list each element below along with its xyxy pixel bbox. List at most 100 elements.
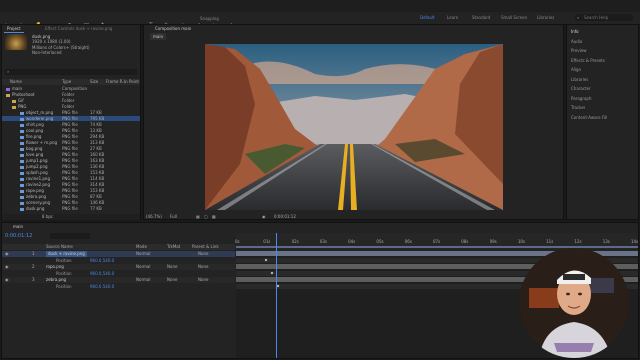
visibility-eye-icon[interactable]: ◉ bbox=[5, 277, 9, 283]
layer-mode-dropdown[interactable]: Normal bbox=[136, 277, 150, 283]
project-item-size: 294 KB bbox=[90, 134, 105, 139]
search-help-field[interactable]: ⌕ Search Help bbox=[575, 14, 633, 21]
timeline-property-row[interactable]: Position 960.0,540.0 bbox=[2, 270, 235, 277]
project-item[interactable]: zebra.png PNG file 87 KB bbox=[2, 194, 140, 199]
workspace-standard[interactable]: Standard bbox=[472, 15, 490, 20]
property-name[interactable]: Position bbox=[56, 271, 72, 277]
visibility-eye-icon[interactable]: ◉ bbox=[5, 264, 9, 270]
column-source-name[interactable]: Source Name bbox=[46, 244, 73, 249]
workspace-default[interactable]: Default bbox=[420, 15, 435, 20]
tab-project[interactable]: Project bbox=[4, 25, 24, 33]
panel-tracker[interactable]: Tracker bbox=[571, 105, 585, 110]
project-item[interactable]: object_m.png PNG file 17 KB bbox=[2, 110, 140, 115]
project-item[interactable]: shirt.png PNG file 74 KB bbox=[2, 122, 140, 127]
timeline-property-row[interactable]: Position 960.0,540.0 bbox=[2, 257, 235, 264]
workspace-learn[interactable]: Learn bbox=[447, 15, 458, 20]
panel-effects-presets[interactable]: Effects & Presets bbox=[571, 58, 605, 63]
camera-icon[interactable]: ◉ bbox=[262, 214, 266, 219]
column-parent[interactable]: Parent & Link bbox=[192, 244, 219, 249]
workspace-small-screen[interactable]: Small Screen bbox=[501, 15, 527, 20]
project-item[interactable]: bag.png PNG file 27 KB bbox=[2, 146, 140, 151]
panel-audio[interactable]: Audio bbox=[571, 39, 582, 44]
project-item[interactable]: dusk.png PNG file 77 KB bbox=[2, 206, 140, 211]
project-item[interactable]: fire.png PNG file 294 KB bbox=[2, 134, 140, 139]
layer-mode-dropdown[interactable]: Normal bbox=[136, 264, 150, 270]
layer-parent-dropdown[interactable]: None bbox=[198, 251, 208, 257]
property-value[interactable]: 960.0,540.0 bbox=[90, 271, 114, 277]
panel-character[interactable]: Character bbox=[571, 86, 591, 91]
layer-name[interactable]: zebra.png bbox=[46, 277, 66, 283]
viewer-timecode[interactable]: 0:00:01:12 bbox=[274, 214, 296, 219]
panel-info[interactable]: Info bbox=[571, 29, 579, 34]
panel-preview[interactable]: Preview bbox=[571, 48, 587, 53]
column-mode[interactable]: Mode bbox=[136, 244, 147, 249]
timeline-search-field[interactable] bbox=[50, 233, 90, 239]
png-file-icon bbox=[20, 111, 24, 115]
project-item[interactable]: ravine2.png PNG file 314 KB bbox=[2, 182, 140, 187]
png-file-icon bbox=[20, 207, 24, 211]
layer-trkmat-dropdown[interactable]: None bbox=[167, 264, 177, 270]
project-item[interactable]: PNG Folder bbox=[2, 104, 140, 109]
png-file-icon bbox=[20, 159, 24, 163]
project-item[interactable]: Gif Folder bbox=[2, 98, 140, 103]
layer-parent-dropdown[interactable]: None bbox=[198, 277, 208, 283]
resolution-dropdown[interactable]: Full bbox=[170, 214, 177, 219]
project-item[interactable]: jump1.png PNG file 163 KB bbox=[2, 158, 140, 163]
timeline-layer-row[interactable]: ◉ 3 zebra.png Normal None None bbox=[2, 277, 235, 283]
project-item[interactable]: jump2.png PNG file 136 KB bbox=[2, 164, 140, 169]
layer-trkmat-dropdown[interactable]: None bbox=[167, 277, 177, 283]
mask-toggle-icon[interactable]: ▢ bbox=[204, 214, 208, 219]
keyframe-icon[interactable] bbox=[270, 271, 274, 274]
panel-paragraph[interactable]: Paragraph bbox=[571, 96, 592, 101]
column-trkmat[interactable]: TrkMat bbox=[167, 244, 180, 249]
ruler-tick-label: 0s bbox=[235, 239, 240, 244]
project-item[interactable]: main Composition bbox=[2, 86, 140, 91]
column-size[interactable]: Size bbox=[90, 79, 98, 84]
composition-viewer[interactable] bbox=[205, 44, 503, 210]
property-name[interactable]: Position bbox=[56, 258, 72, 264]
workspace-libraries[interactable]: Libraries bbox=[537, 15, 554, 20]
timeline-timecode[interactable]: 0:00:01:12 bbox=[5, 233, 32, 239]
project-item-name: ravine1.png bbox=[26, 176, 50, 181]
project-item[interactable]: ravine1.png PNG file 114 KB bbox=[2, 176, 140, 181]
zoom-dropdown[interactable]: (46.7%) bbox=[146, 214, 162, 219]
project-item-type: PNG file bbox=[62, 128, 78, 133]
transparency-icon[interactable]: ▩ bbox=[212, 214, 216, 219]
layer-name[interactable]: dusk + ravine.png bbox=[46, 251, 87, 257]
tab-composition[interactable]: Composition main bbox=[152, 25, 194, 32]
timeline-layer-row[interactable]: ◉ 2 ropo.png Normal None None bbox=[2, 264, 235, 270]
layer-name[interactable]: ropo.png bbox=[46, 264, 64, 270]
panel-libraries[interactable]: Libraries bbox=[571, 77, 588, 82]
snapping-label[interactable]: Snapping bbox=[200, 16, 219, 21]
tab-timeline-main[interactable]: main bbox=[10, 223, 26, 230]
column-in-point[interactable]: In Point bbox=[124, 79, 139, 84]
project-item[interactable]: rope.png PNG file 153 KB bbox=[2, 188, 140, 193]
project-item[interactable]: scenery.png PNG file 146 KB bbox=[2, 200, 140, 205]
column-type[interactable]: Type bbox=[62, 79, 71, 84]
project-item[interactable]: splash.png PNG file 153 KB bbox=[2, 170, 140, 175]
tab-comp-main[interactable]: main bbox=[150, 33, 166, 40]
layer-parent-dropdown[interactable]: None bbox=[198, 264, 208, 270]
playhead[interactable] bbox=[276, 233, 278, 358]
visibility-eye-icon[interactable]: ◉ bbox=[5, 251, 9, 257]
property-value[interactable]: 960.0,540.0 bbox=[90, 258, 114, 264]
property-name[interactable]: Position bbox=[56, 284, 72, 290]
project-item[interactable]: love.png PNG file 160 KB bbox=[2, 152, 140, 157]
panel-content-aware-fill[interactable]: Content-Aware Fill bbox=[571, 115, 607, 120]
timeline-property-row[interactable]: Position 960.0,540.0 bbox=[2, 283, 235, 290]
project-item[interactable]: cool.png PNG file 13 KB bbox=[2, 128, 140, 133]
grid-icon[interactable]: ▦ bbox=[196, 214, 200, 219]
project-item[interactable]: Photoshoot Folder bbox=[2, 92, 140, 97]
project-search-field[interactable]: ⌕ bbox=[5, 69, 137, 75]
project-panel: Project Effect Controls dusk + ravine.pn… bbox=[1, 24, 141, 220]
bit-depth-label[interactable]: 8 bpc bbox=[42, 214, 53, 219]
keyframe-icon[interactable] bbox=[264, 258, 268, 261]
project-item[interactable]: flower + m.png PNG file 313 KB bbox=[2, 140, 140, 145]
tab-effect-controls[interactable]: Effect Controls dusk + ravine.png bbox=[42, 25, 115, 32]
project-item[interactable]: wonderer.png PNG file 795 KB bbox=[2, 116, 140, 121]
property-value[interactable]: 960.0,540.0 bbox=[90, 284, 114, 290]
panel-align[interactable]: Align bbox=[571, 67, 581, 72]
layer-mode-dropdown[interactable]: Normal bbox=[136, 251, 150, 257]
timeline-layer-row[interactable]: ◉ 1 dusk + ravine.png Normal None bbox=[2, 251, 235, 257]
column-name[interactable]: Name bbox=[10, 79, 22, 84]
